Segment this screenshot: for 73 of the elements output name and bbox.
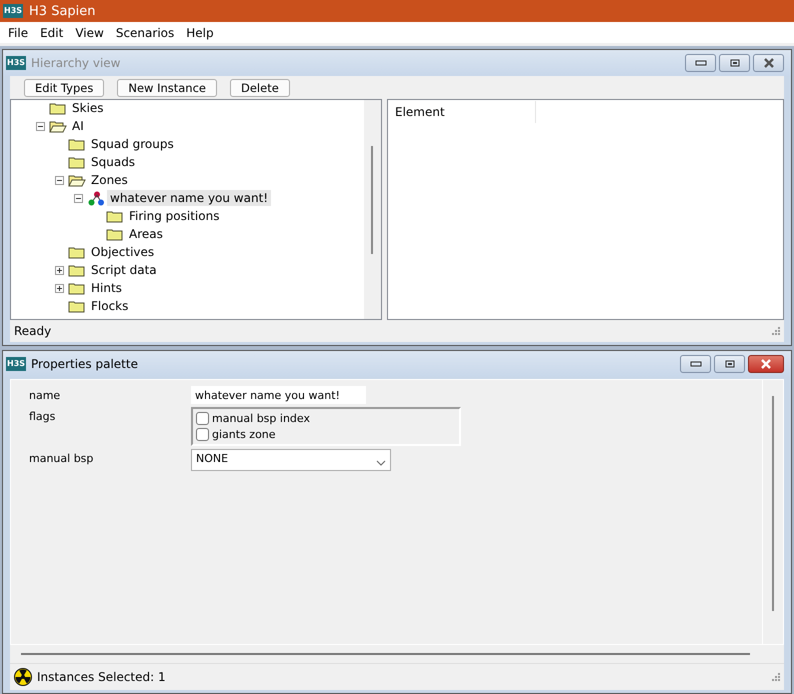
- close-icon: [760, 359, 772, 369]
- tree-item[interactable]: Firing positions: [126, 208, 222, 224]
- scrollbar-thumb[interactable]: [772, 396, 774, 611]
- expand-toggle[interactable]: [54, 266, 64, 274]
- minimize-button[interactable]: [685, 54, 716, 72]
- maximize-button[interactable]: [714, 355, 745, 373]
- resize-grip-icon: [772, 327, 780, 335]
- folder-icon: [68, 298, 86, 314]
- window-title: Properties palette: [31, 357, 138, 371]
- resize-grip-icon: [772, 673, 780, 681]
- minimize-icon: [690, 361, 702, 367]
- folder-icon: [68, 280, 86, 296]
- menu-item[interactable]: Edit: [34, 26, 70, 40]
- field-label: name: [29, 388, 62, 402]
- tree-item[interactable]: Objectives: [88, 244, 158, 260]
- toolbar-button[interactable]: New Instance: [117, 78, 217, 96]
- radiation-icon: [14, 668, 32, 686]
- checkbox[interactable]: [196, 412, 209, 424]
- column-header[interactable]: Element: [388, 101, 536, 123]
- app-title: H3 Sapien: [29, 4, 96, 18]
- tree-item[interactable]: Squad groups: [88, 136, 177, 152]
- menu-item[interactable]: Scenarios: [110, 26, 180, 40]
- collapse-toggle[interactable]: [36, 122, 44, 130]
- field-label: manual bsp: [29, 451, 94, 465]
- menu-item[interactable]: View: [69, 26, 110, 40]
- scrollbar-thumb[interactable]: [371, 146, 373, 254]
- folder-icon: [68, 262, 86, 278]
- tree-item[interactable]: Flocks: [88, 298, 132, 314]
- close-button[interactable]: [753, 54, 784, 72]
- collapse-toggle[interactable]: [54, 176, 64, 184]
- folder-icon: [68, 136, 86, 152]
- folder-icon: [106, 226, 124, 242]
- tree-item[interactable]: Areas: [126, 226, 166, 242]
- close-button[interactable]: [748, 355, 784, 373]
- tree-item[interactable]: Skies: [69, 100, 107, 116]
- chevron-down-icon: [376, 460, 386, 466]
- window-title: Hierarchy view: [31, 56, 120, 70]
- app-logo: H3S: [6, 56, 26, 70]
- maximize-icon: [724, 359, 736, 369]
- minimize-icon: [694, 60, 706, 66]
- tree-item[interactable]: whatever name you want!: [107, 190, 272, 206]
- tree-item[interactable]: Zones: [88, 172, 131, 188]
- field-label: flags: [29, 409, 56, 423]
- maximize-icon: [728, 58, 740, 68]
- maximize-button[interactable]: [719, 54, 750, 72]
- name-field[interactable]: whatever name you want!: [191, 386, 366, 404]
- expand-toggle[interactable]: [54, 284, 64, 292]
- tree-item[interactable]: Squads: [88, 154, 138, 170]
- status-text: Instances Selected: 1: [37, 670, 166, 684]
- checkbox[interactable]: [196, 428, 209, 440]
- menu-item[interactable]: File: [2, 26, 34, 40]
- collapse-toggle[interactable]: [74, 194, 82, 202]
- app-logo: H3S: [6, 357, 26, 371]
- folder-icon: [68, 244, 86, 260]
- minimize-button[interactable]: [680, 355, 711, 373]
- checkbox-label: manual bsp index: [212, 412, 310, 424]
- checkbox-label: giants zone: [212, 428, 276, 440]
- tree-item[interactable]: AI: [69, 118, 87, 134]
- open-folder-icon: [68, 172, 86, 188]
- dropdown[interactable]: NONE: [191, 449, 391, 471]
- app-logo: H3S: [3, 4, 24, 18]
- node-cluster-icon: [87, 190, 105, 206]
- tree-item[interactable]: Script data: [88, 262, 160, 278]
- status-text: Ready: [14, 324, 52, 338]
- menu-item[interactable]: Help: [180, 26, 220, 40]
- close-icon: [762, 58, 774, 68]
- tree-item[interactable]: Hints: [88, 280, 125, 296]
- open-folder-icon: [49, 118, 67, 134]
- folder-icon: [68, 154, 86, 170]
- folder-icon: [106, 208, 124, 224]
- toolbar-button[interactable]: Edit Types: [24, 78, 104, 96]
- toolbar-button[interactable]: Delete: [230, 78, 290, 96]
- scrollbar-thumb[interactable]: [21, 653, 750, 655]
